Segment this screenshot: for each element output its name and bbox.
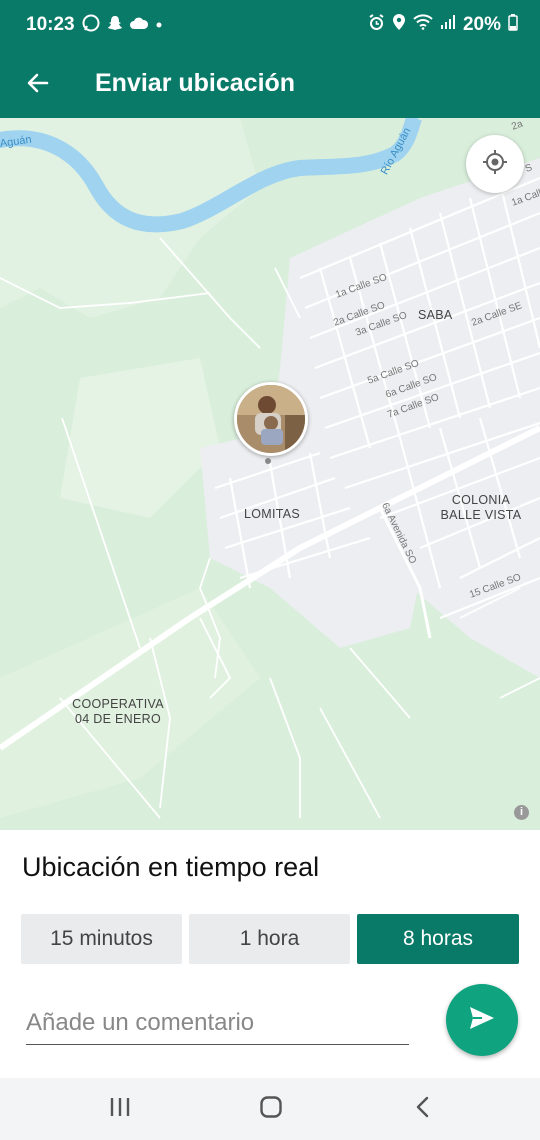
- snapchat-icon: [106, 14, 124, 37]
- duration-15-minutes-button[interactable]: 15 minutos: [21, 914, 182, 964]
- recent-apps-icon: [108, 1096, 132, 1123]
- wifi-icon: [413, 14, 433, 35]
- info-icon[interactable]: i: [514, 805, 529, 820]
- alarm-icon: [368, 13, 385, 36]
- system-nav-bar: [0, 1078, 540, 1140]
- battery-icon: [508, 13, 518, 36]
- signal-icon: [440, 14, 456, 35]
- home-icon: [259, 1095, 283, 1124]
- crosshair-icon: [482, 149, 508, 180]
- place-label-lomitas: LOMITAS: [244, 507, 301, 521]
- back-icon: [415, 1096, 431, 1123]
- map-view[interactable]: Aguán Río Aguán 2a var S 1a Calle 1a Cal…: [0, 118, 540, 830]
- battery-percent: 20%: [462, 13, 501, 35]
- place-label-cooperativa: COOPERATIVA 04 DE ENERO: [72, 697, 164, 726]
- duration-1-hour-button[interactable]: 1 hora: [189, 914, 350, 964]
- status-bar: 10:23 20%: [0, 0, 540, 52]
- cloud-icon: [130, 16, 149, 35]
- place-label-saba: SABA: [418, 308, 453, 322]
- page-title: Enviar ubicación: [95, 69, 296, 97]
- sheet-title: Ubicación en tiempo real: [22, 852, 320, 882]
- whatsapp-icon: [82, 14, 100, 37]
- place-label-colonia: COLONIA BALLE VISTA: [440, 493, 522, 522]
- user-location-avatar[interactable]: [234, 382, 308, 456]
- location-icon: [392, 13, 406, 36]
- send-icon: [468, 1005, 496, 1036]
- dot-icon: [154, 17, 164, 35]
- my-location-button[interactable]: [466, 135, 524, 193]
- comment-input[interactable]: Añade un comentario: [26, 1004, 409, 1045]
- back-button[interactable]: [16, 63, 60, 107]
- app-bar: Enviar ubicación: [0, 52, 540, 118]
- location-dot: [265, 458, 271, 464]
- recent-apps-button[interactable]: [95, 1094, 145, 1124]
- status-time: 10:23: [26, 14, 75, 35]
- arrow-left-icon: [26, 71, 50, 100]
- status-left-icons: [82, 14, 164, 37]
- live-location-sheet: Ubicación en tiempo real 15 minutos 1 ho…: [0, 830, 540, 1078]
- status-right-icons: 20%: [368, 13, 518, 36]
- home-button[interactable]: [246, 1094, 296, 1124]
- nav-back-button[interactable]: [398, 1094, 448, 1124]
- send-button[interactable]: [446, 984, 518, 1056]
- avatar-photo: [237, 385, 305, 453]
- duration-8-hours-button[interactable]: 8 horas: [357, 914, 519, 964]
